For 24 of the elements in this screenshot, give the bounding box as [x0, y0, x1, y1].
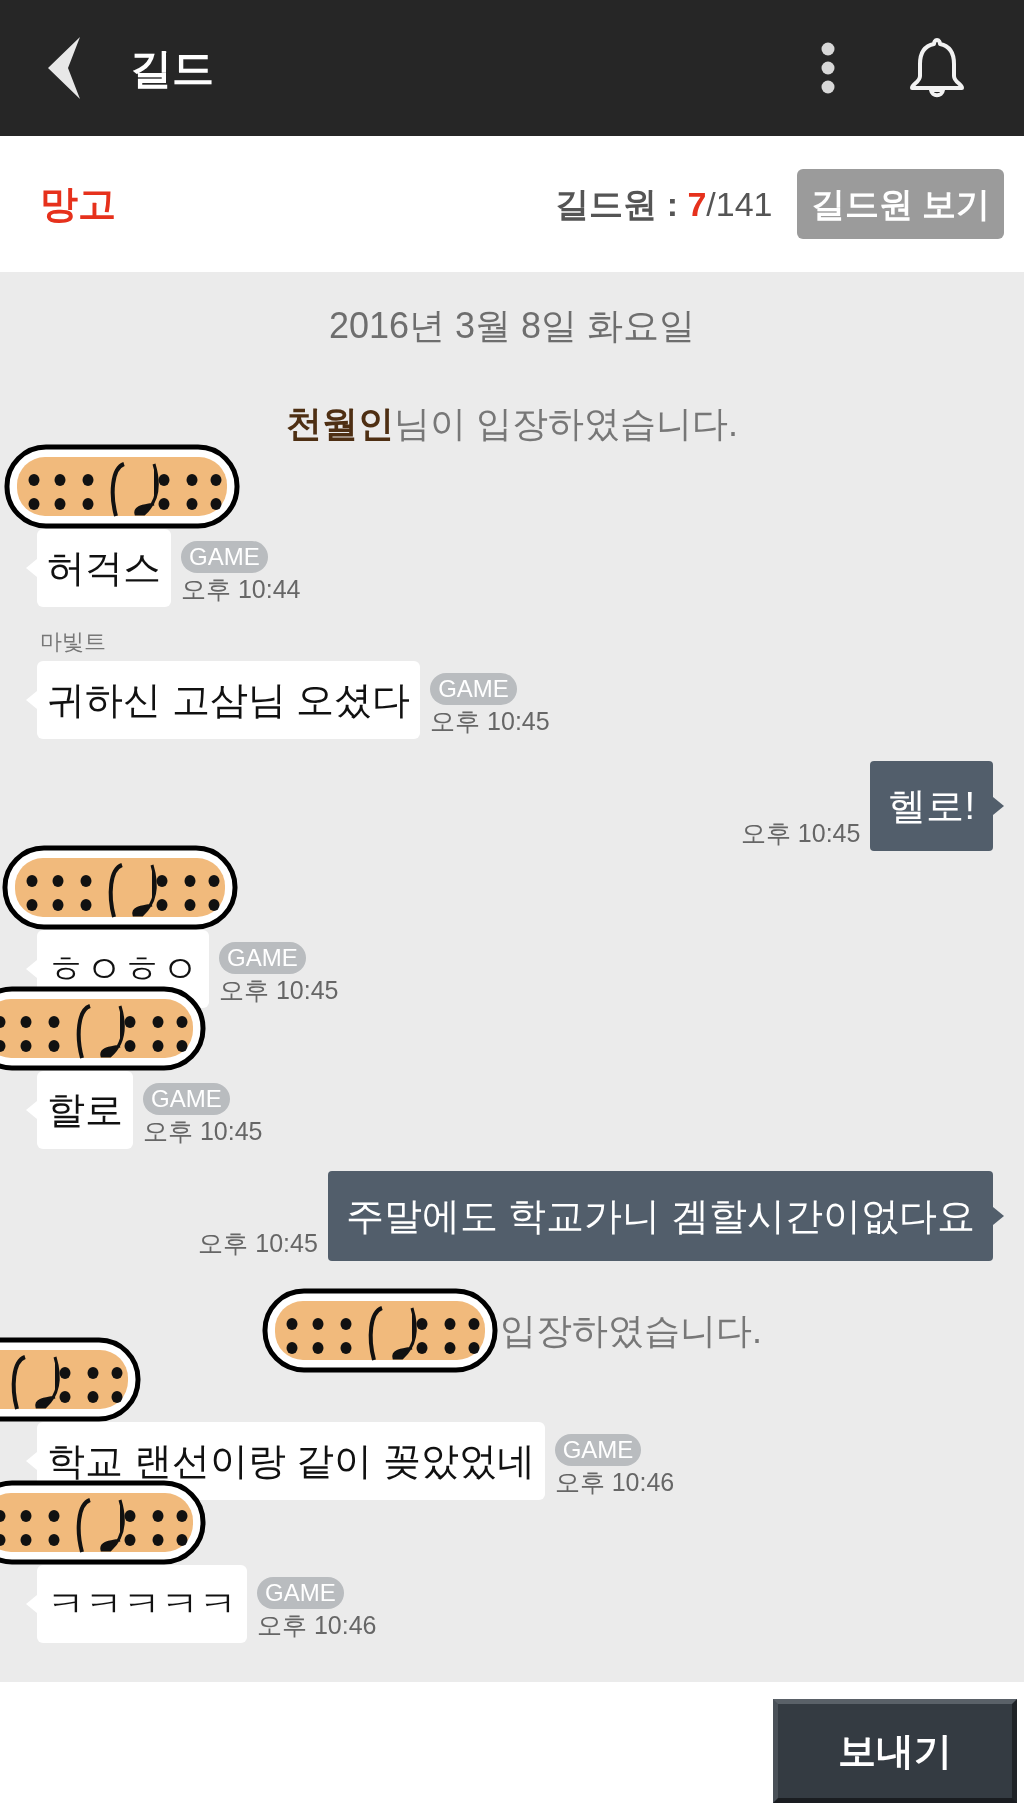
message-time: 오후 10:44	[181, 574, 301, 605]
game-tag: GAME	[257, 1577, 344, 1609]
guild-name: 망고	[40, 181, 116, 227]
system-message: 천월인 님이 입장하였습니다.	[286, 402, 738, 446]
more-icon[interactable]	[820, 42, 836, 94]
message-time: 오후 10:45	[430, 706, 550, 737]
message-time: 오후 10:45	[219, 975, 339, 1006]
game-tag: GAME	[430, 673, 517, 705]
game-tag: GAME	[181, 541, 268, 573]
message-time: 오후 10:45	[198, 1228, 318, 1259]
game-tag: GAME	[143, 1083, 230, 1115]
send-button[interactable]: 보내기	[773, 1699, 1017, 1803]
game-tag: GAME	[554, 1434, 642, 1466]
message-time: 오후 10:46	[554, 1467, 675, 1498]
game-tag: GAME	[219, 942, 306, 974]
bell-icon[interactable]	[908, 36, 966, 100]
member-count: 길드원 : 7/141	[555, 183, 773, 225]
system-message: 입장하였습니다.	[500, 1308, 762, 1353]
message-time: 오후 10:46	[257, 1610, 377, 1641]
sender-name: 마빛트	[40, 629, 107, 655]
message-time: 오후 10:45	[740, 818, 861, 849]
message-time: 오후 10:45	[143, 1116, 263, 1147]
screen-title: 길드	[130, 43, 214, 94]
date-label: 2016년 3월 8일 화요일	[327, 304, 697, 348]
